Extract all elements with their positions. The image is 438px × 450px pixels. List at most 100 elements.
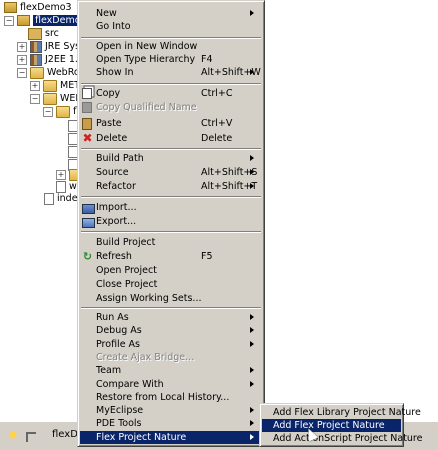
menu-item-label: Flex Project Nature [96,432,187,443]
submenu-item-add-flex-project-nature[interactable]: Add Flex Project Nature [262,419,401,432]
menu-item-team[interactable]: Team [80,364,262,377]
new-item-icon[interactable] [6,428,22,442]
menu-item-source[interactable]: Source Alt+Shift+S [80,166,262,179]
submenu-arrow-icon [250,420,254,426]
menu-item-show-in[interactable]: Show In Alt+Shift+W [80,66,262,79]
menu-item-shortcut: F5 [201,251,213,262]
folder-icon [56,105,70,118]
menu-item-pde-tools[interactable]: PDE Tools [80,417,262,430]
menu-item-profile-as[interactable]: Profile As [80,338,262,351]
menu-item-refactor[interactable]: Refactor Alt+Shift+T [80,180,262,193]
menu-item-go-into[interactable]: Go Into [80,20,262,33]
menu-item-label: New [96,8,117,19]
menu-item-label: Copy Qualified Name [96,102,197,113]
menu-item-label: Build Path [96,153,144,164]
menu-item-open-in-new-window[interactable]: Open in New Window [80,40,262,53]
menu-item-build-project[interactable]: Build Project [80,236,262,249]
tree-item-label: flexDemo3 [20,2,72,13]
submenu-arrow-icon [250,10,254,16]
submenu-arrow-icon [250,367,254,373]
collapse-toggle-icon[interactable]: − [4,15,14,26]
menu-item-label: Compare With [96,379,164,390]
menu-separator [81,196,261,198]
menu-item-myeclipse[interactable]: MyEclipse [80,404,262,417]
menu-separator [81,83,261,85]
menu-item-close-project[interactable]: Close Project [80,278,262,291]
menu-item-shortcut: Alt+Shift+T [201,181,258,192]
collapse-toggle-icon[interactable]: − [43,106,53,117]
menu-item-label: Refactor [96,181,136,192]
menu-item-run-as[interactable]: Run As [80,311,262,324]
tree-item-flex-folder[interactable]: − fl [43,105,79,118]
menu-separator [81,37,261,39]
library-icon [30,53,42,66]
submenu-arrow-icon [250,183,254,189]
paste-icon [82,118,92,130]
expand-toggle-icon[interactable]: + [17,54,27,65]
menu-item-refresh[interactable]: ↻ Refresh F5 [80,250,262,263]
menu-item-open-project[interactable]: Open Project [80,264,262,277]
corner-icon[interactable] [26,432,36,442]
menu-item-label: PDE Tools [96,418,142,429]
menu-item-label: MyEclipse [96,405,144,416]
submenu-arrow-icon [250,327,254,333]
menu-separator [81,148,261,150]
package-folder-icon [28,27,42,40]
menu-item-delete[interactable]: ✖ Delete Delete [80,132,262,145]
submenu-item-add-flex-library-project-nature[interactable]: Add Flex Library Project Nature [262,406,421,419]
folder-icon [43,79,57,92]
expand-toggle-icon[interactable]: + [30,80,40,91]
copy-icon [82,88,92,99]
tree-item-src[interactable]: src [28,27,59,40]
library-icon [30,40,42,53]
menu-item-label: Run As [96,312,129,323]
menu-item-debug-as[interactable]: Debug As [80,324,262,337]
refresh-icon: ↻ [82,250,93,263]
menu-separator [81,307,261,309]
collapse-toggle-icon[interactable]: − [17,67,27,78]
export-icon [82,218,95,228]
menu-item-shortcut: F4 [201,54,213,65]
menu-item-label: Export... [96,216,137,227]
file-icon [44,192,54,205]
collapse-toggle-icon[interactable]: − [30,93,40,104]
tree-item-flexdemo3[interactable]: flexDemo3 [4,1,72,14]
expand-toggle-icon[interactable]: + [17,41,27,52]
menu-item-assign-working-sets[interactable]: Assign Working Sets... [80,292,262,305]
menu-item-label: Team [96,365,122,376]
expand-toggle-icon[interactable]: + [56,169,66,180]
menu-item-label: Open Project [96,265,157,276]
menu-item-label: Build Project [96,237,156,248]
flex-project-nature-submenu: Add Flex Library Project Nature Add Flex… [259,403,422,447]
menu-item-copy[interactable]: Copy Ctrl+C [80,87,262,100]
menu-item-build-path[interactable]: Build Path [80,152,262,165]
project-icon [17,15,30,26]
menu-item-label: Import... [96,202,137,213]
submenu-arrow-icon [250,407,254,413]
menu-item-import[interactable]: Import... [80,201,262,214]
file-icon [56,180,66,193]
menu-item-export[interactable]: Export... [80,215,262,228]
menu-item-shortcut: Ctrl+C [201,88,233,99]
menu-item-paste[interactable]: Paste Ctrl+V [80,117,262,130]
delete-icon: ✖ [82,131,93,145]
submenu-arrow-icon [250,314,254,320]
submenu-arrow-icon [250,434,254,440]
tree-item-j2ee[interactable]: + J2EE 1.4 [17,53,84,66]
submenu-item-label: Add Flex Library Project Nature [273,407,421,418]
menu-item-label: Paste [96,118,122,129]
menu-item-new[interactable]: New [80,7,262,20]
menu-item-open-type-hierarchy[interactable]: Open Type Hierarchy F4 [80,53,262,66]
menu-item-label: Close Project [96,279,158,290]
submenu-arrow-icon [250,341,254,347]
menu-item-shortcut: Alt+Shift+S [201,167,258,178]
menu-item-label: Show In [96,67,134,78]
menu-item-compare-with[interactable]: Compare With [80,378,262,391]
menu-item-label: Delete [96,133,128,144]
menu-item-label: Assign Working Sets... [96,293,202,304]
menu-item-flex-project-nature[interactable]: Flex Project Nature [80,431,262,444]
menu-item-label: Debug As [96,325,142,336]
menu-item-restore-from-local-history[interactable]: Restore from Local History... [80,391,262,404]
submenu-item-add-actionscript-project-nature[interactable]: Add ActionScript Project Nature [262,432,422,445]
menu-item-label: Refresh [96,251,132,262]
